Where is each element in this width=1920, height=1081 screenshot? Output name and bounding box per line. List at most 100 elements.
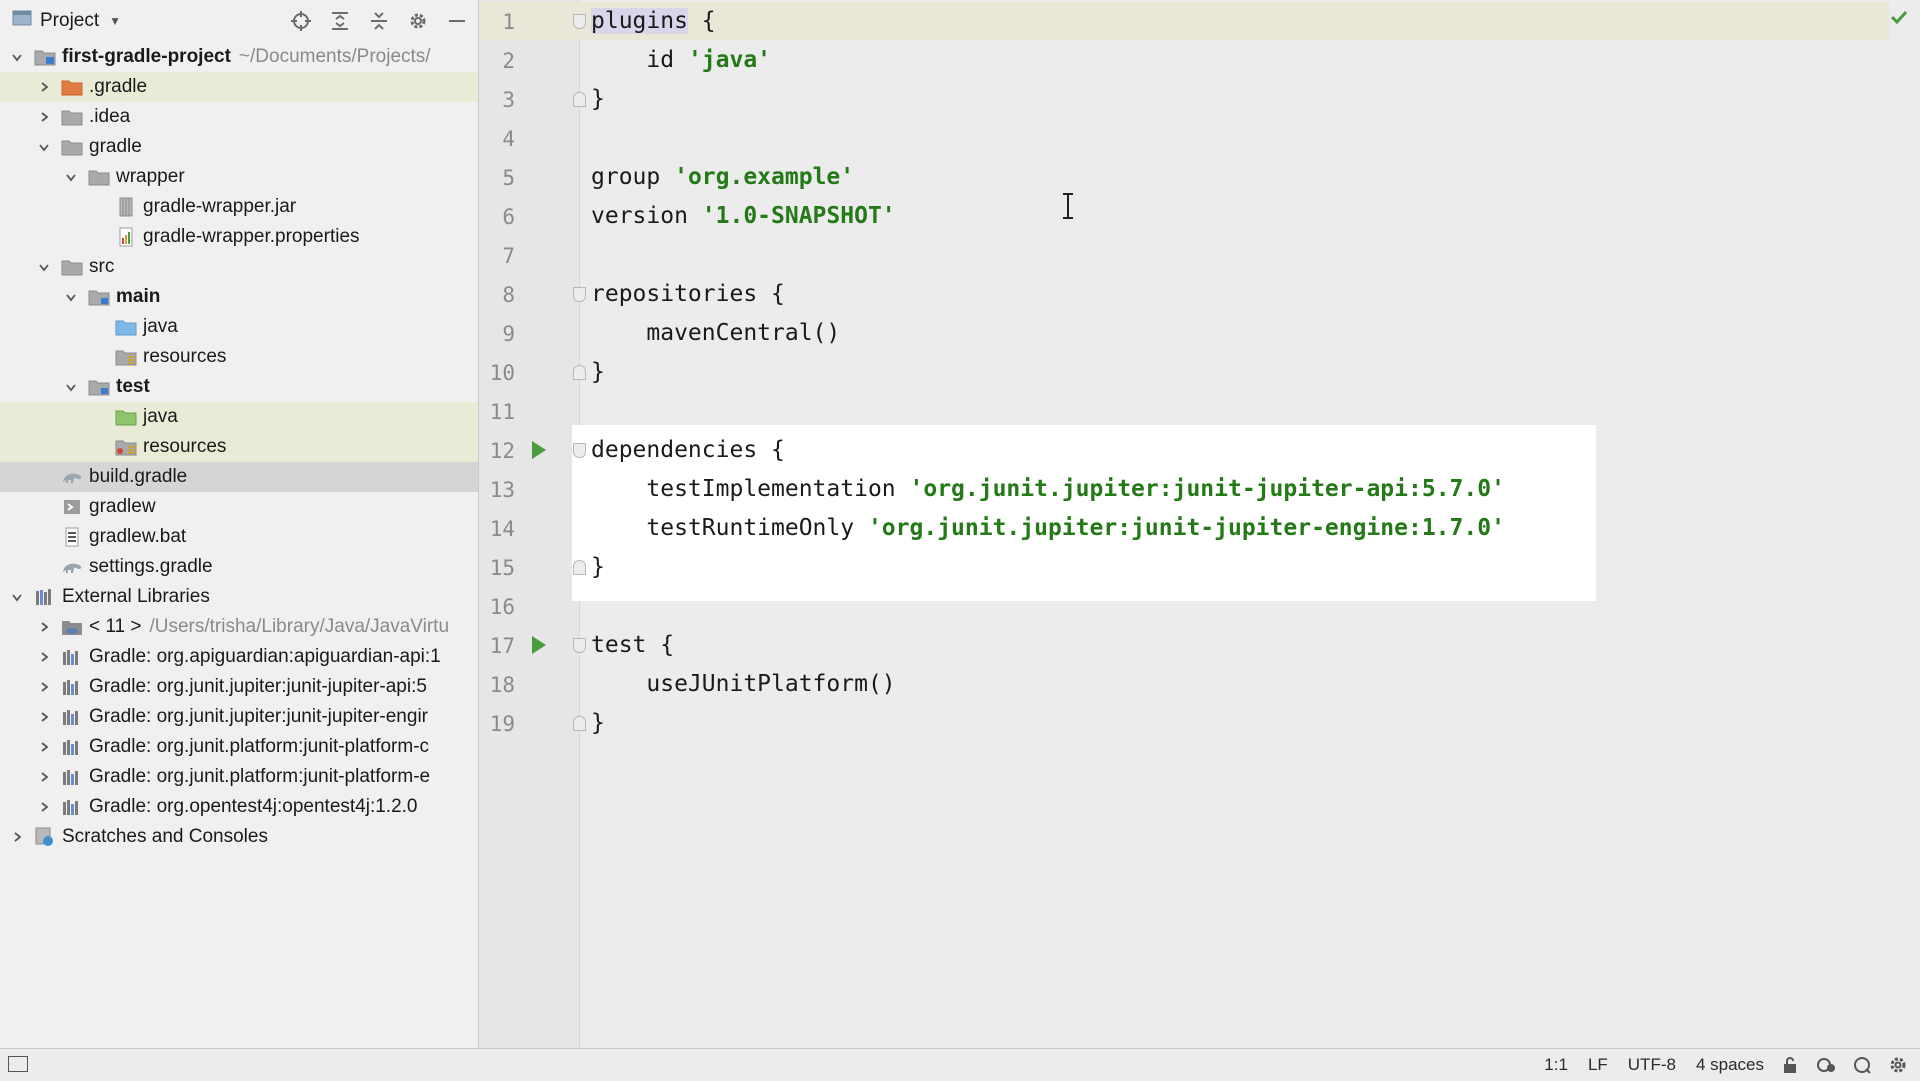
chevron-right-icon[interactable] bbox=[35, 798, 53, 816]
run-gutter-icon[interactable] bbox=[532, 636, 546, 654]
chevron-down-icon[interactable] bbox=[8, 588, 26, 606]
tree-item-lib-junit-jupiter-engine[interactable]: Gradle: org.junit.jupiter:junit-jupiter-… bbox=[0, 702, 478, 732]
fold-start-icon[interactable] bbox=[573, 638, 586, 653]
tree-item-external-libraries[interactable]: External Libraries bbox=[0, 582, 478, 612]
tree-item-main[interactable]: main bbox=[0, 282, 478, 312]
code-line[interactable]: 4 bbox=[479, 119, 1920, 158]
tree-item-first-gradle-project[interactable]: first-gradle-project ~/Documents/Projects… bbox=[0, 42, 478, 72]
chevron-right-icon[interactable] bbox=[35, 708, 53, 726]
chevron-right-icon[interactable] bbox=[35, 108, 53, 126]
chevron-down-icon[interactable] bbox=[62, 288, 80, 306]
chevron-right-icon[interactable] bbox=[35, 738, 53, 756]
code-text: id 'java' bbox=[591, 47, 771, 73]
tree-item-main-java[interactable]: java bbox=[0, 312, 478, 342]
indent-setting[interactable]: 4 spaces bbox=[1696, 1055, 1764, 1075]
tree-item-gradlew[interactable]: gradlew bbox=[0, 492, 478, 522]
tree-item-main-resources[interactable]: resources bbox=[0, 342, 478, 372]
code-line[interactable]: 19} bbox=[479, 704, 1920, 743]
run-gutter-icon[interactable] bbox=[532, 441, 546, 459]
code-line[interactable]: 5 group 'org.example' bbox=[479, 158, 1920, 197]
code-line[interactable]: 18 useJUnitPlatform() bbox=[479, 665, 1920, 704]
chevron-down-icon[interactable] bbox=[62, 378, 80, 396]
chevron-down-icon[interactable] bbox=[62, 168, 80, 186]
fold-start-icon[interactable] bbox=[573, 287, 586, 302]
tree-item-test-resources[interactable]: resources bbox=[0, 432, 478, 462]
code-line[interactable]: 15} bbox=[479, 548, 1920, 587]
code-line[interactable]: 9 mavenCentral() bbox=[479, 314, 1920, 353]
tool-window-toggle-icon[interactable] bbox=[8, 1056, 28, 1072]
code-line[interactable]: 17 test { bbox=[479, 626, 1920, 665]
caret-position[interactable]: 1:1 bbox=[1544, 1055, 1568, 1075]
chevron-right-icon[interactable] bbox=[35, 618, 53, 636]
tree-item-test[interactable]: test bbox=[0, 372, 478, 402]
gear-icon[interactable] bbox=[405, 8, 431, 34]
code-editor[interactable]: 1 plugins {2 id 'java' 3} 4 5 group 'org.exam… bbox=[479, 0, 1920, 1048]
chevron-right-icon[interactable] bbox=[35, 648, 53, 666]
tree-item-lib-opentest4j[interactable]: Gradle: org.opentest4j:opentest4j:1.2.0 bbox=[0, 792, 478, 822]
code-line[interactable]: 11 bbox=[479, 392, 1920, 431]
tree-item-lib-junit-platform-engine[interactable]: Gradle: org.junit.platform:junit-platfor… bbox=[0, 762, 478, 792]
tree-item-label: .gradle bbox=[89, 76, 148, 97]
fold-end-icon[interactable] bbox=[573, 716, 586, 731]
inspection-profile-icon[interactable] bbox=[1816, 1055, 1836, 1075]
chevron-right-icon[interactable] bbox=[35, 678, 53, 696]
tree-item-gradle-wrapper-jar[interactable]: gradle-wrapper.jar bbox=[0, 192, 478, 222]
tree-item-test-java[interactable]: java bbox=[0, 402, 478, 432]
fold-start-icon[interactable] bbox=[573, 14, 586, 29]
tree-item-dot-gradle[interactable]: .gradle bbox=[0, 72, 478, 102]
tree-item-src[interactable]: src bbox=[0, 252, 478, 282]
code-line[interactable]: 3} bbox=[479, 80, 1920, 119]
hide-panel-icon[interactable] bbox=[444, 8, 470, 34]
chevron-down-icon[interactable]: ▼ bbox=[109, 14, 121, 28]
tree-item-lib-junit-platform-commons[interactable]: Gradle: org.junit.platform:junit-platfor… bbox=[0, 732, 478, 762]
chevron-right-icon[interactable] bbox=[35, 78, 53, 96]
chevron-right-icon[interactable] bbox=[35, 768, 53, 786]
tree-item-label: gradle-wrapper.properties bbox=[143, 226, 360, 247]
chevron-down-icon[interactable] bbox=[35, 138, 53, 156]
tree-item-scratches-and-consoles[interactable]: Scratches and Consoles bbox=[0, 822, 478, 852]
file-encoding[interactable]: UTF-8 bbox=[1628, 1055, 1676, 1075]
fold-start-icon[interactable] bbox=[573, 443, 586, 458]
project-view-selector[interactable]: Project ▼ bbox=[12, 10, 121, 32]
tree-item-dot-idea[interactable]: .idea bbox=[0, 102, 478, 132]
collapse-all-icon[interactable] bbox=[366, 8, 392, 34]
code-line[interactable]: 14 testRuntimeOnly 'org.junit.jupiter:ju… bbox=[479, 509, 1920, 548]
fold-end-icon[interactable] bbox=[573, 560, 586, 575]
tree-item-gradle-wrapper-properties[interactable]: gradle-wrapper.properties bbox=[0, 222, 478, 252]
code-line[interactable]: 8 repositories { bbox=[479, 275, 1920, 314]
folder-orange-icon bbox=[61, 77, 83, 97]
locate-file-icon[interactable] bbox=[288, 8, 314, 34]
tree-item-label: resources bbox=[143, 346, 227, 367]
tree-item-settings-gradle[interactable]: settings.gradle bbox=[0, 552, 478, 582]
code-line[interactable]: 6 version '1.0-SNAPSHOT' bbox=[479, 197, 1920, 236]
chevron-down-icon[interactable] bbox=[8, 48, 26, 66]
code-token: testRuntimeOnly bbox=[591, 515, 868, 541]
tree-item-gradle[interactable]: gradle bbox=[0, 132, 478, 162]
tree-item-wrapper[interactable]: wrapper bbox=[0, 162, 478, 192]
fold-end-icon[interactable] bbox=[573, 92, 586, 107]
chevron-right-icon[interactable] bbox=[8, 828, 26, 846]
expand-all-icon[interactable] bbox=[327, 8, 353, 34]
code-text: version '1.0-SNAPSHOT' bbox=[591, 203, 896, 229]
lock-icon[interactable] bbox=[1780, 1055, 1800, 1075]
code-line[interactable]: 10} bbox=[479, 353, 1920, 392]
tree-item-lib-apiguardian[interactable]: Gradle: org.apiguardian:apiguardian-api:… bbox=[0, 642, 478, 672]
line-number: 19 bbox=[489, 712, 515, 736]
code-line[interactable]: 13 testImplementation 'org.junit.jupiter… bbox=[479, 470, 1920, 509]
code-line[interactable]: 1 plugins { bbox=[479, 2, 1920, 41]
tree-item-build-gradle[interactable]: build.gradle bbox=[0, 462, 478, 492]
code-line[interactable]: 16 bbox=[479, 587, 1920, 626]
tree-item-jdk-11[interactable]: < 11 > /Users/trisha/Library/Java/JavaVir… bbox=[0, 612, 478, 642]
tree-item-gradlew-bat[interactable]: gradlew.bat bbox=[0, 522, 478, 552]
code-line[interactable]: 7 bbox=[479, 236, 1920, 275]
chevron-down-icon[interactable] bbox=[35, 258, 53, 276]
tree-item-lib-junit-jupiter-api[interactable]: Gradle: org.junit.jupiter:junit-jupiter-… bbox=[0, 672, 478, 702]
test-resources-folder-icon bbox=[115, 437, 137, 457]
no-problems-check-icon[interactable] bbox=[1890, 10, 1908, 29]
fold-end-icon[interactable] bbox=[573, 365, 586, 380]
code-line[interactable]: 12 dependencies { bbox=[479, 431, 1920, 470]
gear-icon[interactable] bbox=[1888, 1055, 1908, 1075]
code-line[interactable]: 2 id 'java' bbox=[479, 41, 1920, 80]
notifications-icon[interactable] bbox=[1852, 1055, 1872, 1075]
line-separator[interactable]: LF bbox=[1588, 1055, 1608, 1075]
